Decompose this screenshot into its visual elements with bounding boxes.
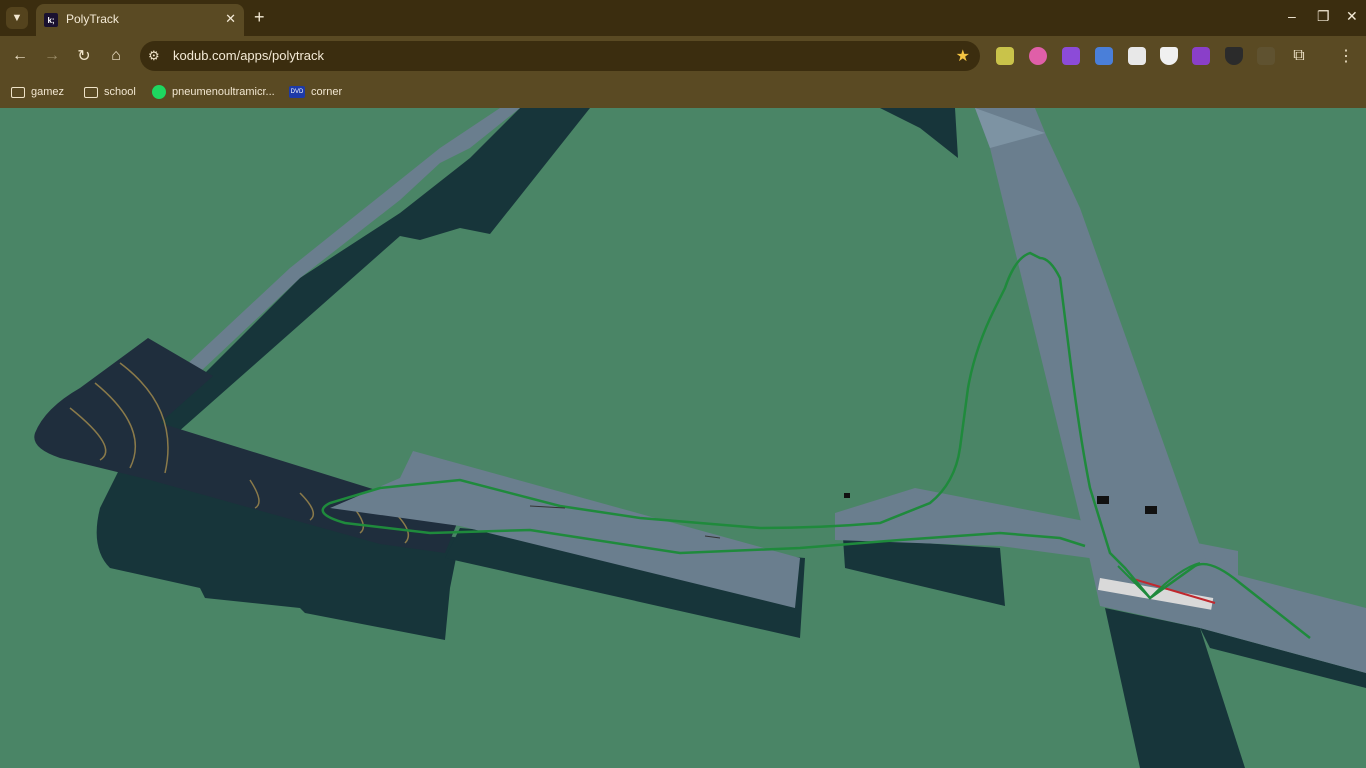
minimize-button[interactable]: – bbox=[1288, 8, 1296, 24]
folder-icon bbox=[11, 86, 25, 98]
window-close-button[interactable]: ✕ bbox=[1346, 8, 1358, 25]
extension-7-icon[interactable] bbox=[1192, 47, 1210, 65]
bookmark-label: pneumenoultramicr... bbox=[172, 86, 275, 98]
extension-2-icon[interactable] bbox=[1029, 47, 1047, 65]
bookmark-gamez[interactable]: gamez bbox=[11, 83, 64, 101]
extension-5-icon[interactable] bbox=[1128, 47, 1146, 65]
polytrack-game-canvas[interactable] bbox=[0, 108, 1366, 768]
checkpoint-flag bbox=[1097, 496, 1109, 504]
tab-close-icon[interactable]: ✕ bbox=[225, 11, 236, 27]
bookmark-label: school bbox=[104, 86, 136, 98]
shield-dark-extension-icon[interactable] bbox=[1225, 47, 1243, 65]
new-tab-button[interactable]: + bbox=[254, 8, 265, 26]
reload-button[interactable]: ↻ bbox=[73, 45, 95, 67]
chevron-down-icon: ▼ bbox=[11, 12, 23, 24]
shield-extension-icon[interactable] bbox=[1160, 47, 1178, 65]
checkpoint-flag bbox=[1145, 506, 1157, 514]
restore-button[interactable]: ❐ bbox=[1317, 8, 1330, 25]
back-button[interactable]: ← bbox=[9, 45, 31, 67]
tab-list-button[interactable]: ▼ bbox=[6, 7, 28, 29]
translate-extension-icon[interactable] bbox=[1095, 47, 1113, 65]
forward-button[interactable]: → bbox=[41, 45, 63, 67]
tab-polytrack[interactable]: k; PolyTrack ✕ bbox=[36, 4, 244, 36]
chrome-menu-icon[interactable]: ⋮ bbox=[1335, 45, 1357, 67]
browser-toolbar: ← → ↻ ⌂ ⚙ kodub.com/apps/polytrack ★ ⧉ ⋮ bbox=[0, 36, 1366, 76]
bookmark-spotify[interactable]: pneumenoultramicr... bbox=[152, 83, 275, 101]
spotify-icon bbox=[152, 85, 166, 99]
bookmark-label: gamez bbox=[31, 86, 65, 98]
extension-9-icon[interactable] bbox=[1257, 47, 1275, 65]
marker bbox=[844, 493, 850, 498]
bookmark-corner[interactable]: DVD corner bbox=[289, 83, 342, 101]
tab-bar: ▼ k; PolyTrack ✕ + – ❐ ✕ bbox=[0, 0, 1366, 36]
home-button[interactable]: ⌂ bbox=[105, 45, 127, 67]
url-text[interactable]: kodub.com/apps/polytrack bbox=[173, 48, 324, 63]
dvd-icon: DVD bbox=[289, 86, 305, 98]
site-info-icon[interactable]: ⚙ bbox=[148, 48, 160, 64]
folder-icon bbox=[84, 86, 98, 98]
bookmark-school[interactable]: school bbox=[84, 83, 136, 101]
address-bar[interactable]: ⚙ kodub.com/apps/polytrack ★ bbox=[140, 41, 980, 71]
tab-title: PolyTrack bbox=[66, 12, 119, 26]
bookmark-label: corner bbox=[311, 86, 343, 98]
extension-3-icon[interactable] bbox=[1062, 47, 1080, 65]
extension-1-icon[interactable] bbox=[996, 47, 1014, 65]
bookmarks-bar: gamez school pneumenoultramicr... DVD co… bbox=[0, 76, 1366, 108]
bookmark-star-icon[interactable]: ★ bbox=[956, 46, 970, 66]
kodub-favicon-icon: k; bbox=[44, 13, 58, 27]
extensions-puzzle-icon[interactable]: ⧉ bbox=[1288, 45, 1310, 67]
